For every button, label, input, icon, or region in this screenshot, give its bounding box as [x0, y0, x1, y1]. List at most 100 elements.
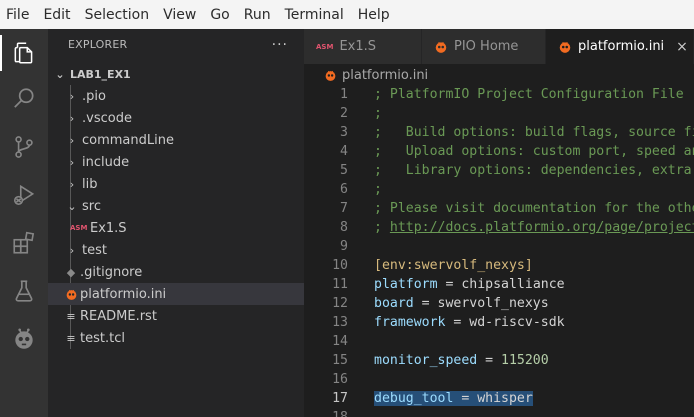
code-token: =: [453, 391, 478, 406]
code-line[interactable]: 9: [304, 237, 694, 256]
tree-folder-vscode[interactable]: › .vscode: [48, 107, 304, 129]
chevron-right-icon: ›: [69, 243, 75, 257]
code-line[interactable]: 2;: [304, 104, 694, 123]
search-icon[interactable]: [8, 83, 40, 115]
testing-icon[interactable]: [8, 275, 40, 307]
menu-file[interactable]: File: [6, 7, 29, 23]
code-text: ; Library options: dependencies, extra l…: [374, 161, 694, 180]
code-line[interactable]: 6;: [304, 180, 694, 199]
code-line[interactable]: 8; http://docs.platformio.org/page/proje…: [304, 218, 694, 237]
explorer-icon[interactable]: [8, 37, 40, 69]
extensions-icon[interactable]: [8, 227, 40, 259]
code-line[interactable]: 3 ; Build options: build flags, source fi…: [304, 123, 694, 142]
tree-folder-lib[interactable]: › lib: [48, 173, 304, 195]
line-number: 7: [340, 201, 348, 216]
menu-terminal[interactable]: Terminal: [285, 7, 344, 23]
chevron-right-icon: ›: [69, 177, 75, 191]
line-number: 15: [332, 353, 348, 368]
run-debug-icon[interactable]: [8, 179, 40, 211]
tree-item-label: lib: [82, 176, 98, 192]
tree-folder-test[interactable]: › test: [48, 239, 304, 261]
tree-folder-pio[interactable]: › .pio: [48, 85, 304, 107]
code-text: monitor_speed = 115200: [374, 351, 549, 370]
text-file-icon: ≡: [66, 309, 76, 323]
chevron-right-icon: ›: [69, 89, 75, 103]
tree-file-test-tcl[interactable]: ≡ test.tcl: [48, 327, 304, 349]
line-number: 13: [332, 315, 348, 330]
tree-file-gitignore[interactable]: ◆ .gitignore: [48, 261, 304, 283]
code-text: [env:swervolf_nexys]: [374, 256, 533, 275]
tree-folder-include[interactable]: › include: [48, 151, 304, 173]
tab-ex1s[interactable]: ASM Ex1.S: [304, 29, 422, 64]
breadcrumb-file[interactable]: platformio.ini: [342, 68, 428, 83]
tree-item-label: README.rst: [80, 308, 157, 324]
menu-view[interactable]: View: [163, 7, 196, 23]
code-token: ;: [374, 182, 382, 197]
code-line[interactable]: 7 ; Please visit documentation for the ot…: [304, 199, 694, 218]
code-token: monitor_speed: [374, 353, 478, 368]
code-token: ; Build options: build flags, source fil…: [374, 125, 694, 140]
tree-file-ex1s[interactable]: ASM Ex1.S: [48, 217, 304, 239]
code-line[interactable]: 13 framework = wd-riscv-sdk: [304, 313, 694, 332]
workspace-root[interactable]: ⌄ LAB1_EX1: [48, 63, 304, 85]
tree-item-label: include: [82, 154, 130, 170]
code-editor[interactable]: 1 ; PlatformIO Project Configuration File…: [304, 86, 694, 417]
code-text: framework = wd-riscv-sdk: [374, 313, 565, 332]
tab-platformio-ini[interactable]: platformio.ini ×: [546, 29, 694, 64]
platformio-tab-icon: [558, 40, 572, 54]
tree-item-label: platformio.ini: [80, 286, 167, 302]
code-token: http://docs.platformio.org/page/projectc…: [389, 220, 694, 235]
chevron-right-icon: ›: [69, 155, 75, 169]
tree-item-label: test.tcl: [80, 330, 125, 346]
code-token: ; PlatformIO Project Configuration File: [374, 87, 684, 102]
tree-folder-src[interactable]: ⌄ src: [48, 195, 304, 217]
code-token: whisper: [477, 391, 533, 406]
code-line[interactable]: 14: [304, 332, 694, 351]
chevron-right-icon: ›: [69, 133, 75, 147]
code-text: ; Upload options: custom port, speed and…: [374, 142, 694, 161]
line-number: 6: [340, 182, 348, 197]
code-line[interactable]: 18: [304, 408, 694, 417]
tab-pio-home[interactable]: PIO Home: [422, 29, 546, 64]
menu-go[interactable]: Go: [210, 7, 229, 23]
line-number: 9: [340, 239, 348, 254]
code-line[interactable]: 17 debug_tool = whisper: [304, 389, 694, 408]
menu-bar: File Edit Selection View Go Run Terminal…: [0, 0, 694, 29]
code-text: ;: [374, 180, 382, 199]
platformio-file-icon: [324, 69, 337, 82]
code-line[interactable]: 4 ; Upload options: custom port, speed an…: [304, 142, 694, 161]
code-token: platform: [374, 277, 438, 292]
close-icon[interactable]: ×: [676, 39, 688, 55]
tree-item-label: .pio: [82, 88, 106, 104]
tree-item-label: commandLine: [82, 132, 174, 148]
code-token: =: [477, 353, 502, 368]
line-number: 18: [304, 408, 348, 417]
code-token: ; Upload options: custom port, speed and…: [374, 144, 694, 159]
menu-edit[interactable]: Edit: [43, 7, 70, 23]
tree-file-readme[interactable]: ≡ README.rst: [48, 305, 304, 327]
code-line[interactable]: 11 platform = chipsalliance: [304, 275, 694, 294]
menu-selection[interactable]: Selection: [85, 7, 150, 23]
code-line[interactable]: 15 monitor_speed = 115200: [304, 351, 694, 370]
git-file-icon: ◆: [66, 265, 76, 279]
line-number: 3: [340, 125, 348, 140]
line-number: 2: [340, 106, 348, 121]
code-text: debug_tool = whisper: [374, 389, 533, 408]
explorer-sidebar: EXPLORER ··· ⌄ LAB1_EX1 › .pio › .vscode…: [48, 29, 304, 417]
chevron-down-icon: ⌄: [67, 199, 77, 213]
more-actions-icon[interactable]: ···: [272, 37, 288, 53]
line-number: 14: [332, 334, 348, 349]
tree-folder-commandline[interactable]: › commandLine: [48, 129, 304, 151]
code-line[interactable]: 1 ; PlatformIO Project Configuration File: [304, 86, 694, 104]
code-line[interactable]: 16: [304, 370, 694, 389]
menu-help[interactable]: Help: [358, 7, 390, 23]
source-control-icon[interactable]: [8, 131, 40, 163]
code-line[interactable]: 10 [env:swervolf_nexys]: [304, 256, 694, 275]
code-line[interactable]: 5 ; Library options: dependencies, extra …: [304, 161, 694, 180]
line-number: 10: [332, 258, 348, 273]
code-line[interactable]: 12 board = swervolf_nexys: [304, 294, 694, 313]
code-token: ; Library options: dependencies, extra l…: [374, 163, 692, 178]
menu-run[interactable]: Run: [244, 7, 271, 23]
platformio-icon[interactable]: [8, 323, 40, 355]
tree-file-platformio-ini[interactable]: platformio.ini: [48, 283, 304, 305]
